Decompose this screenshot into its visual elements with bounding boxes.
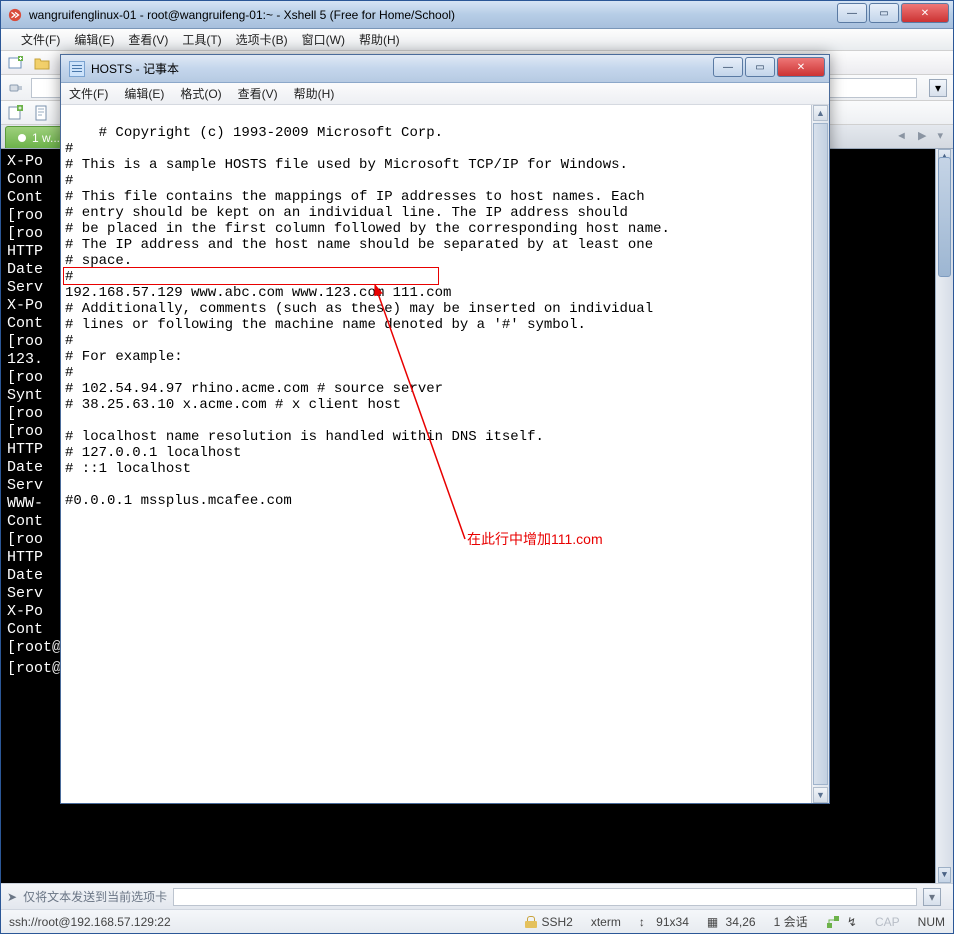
- send-dropdown-icon[interactable]: ▾: [923, 888, 941, 906]
- close-button[interactable]: ✕: [901, 3, 949, 23]
- lock-icon: [525, 916, 537, 928]
- xshell-menubar: 文件(F) 编辑(E) 查看(V) 工具(T) 选项卡(B) 窗口(W) 帮助(…: [1, 29, 953, 51]
- notepad-menubar: 文件(F) 编辑(E) 格式(O) 查看(V) 帮助(H): [61, 83, 829, 105]
- notepad-window: HOSTS - 记事本 — ▭ ✕ 文件(F) 编辑(E) 格式(O) 查看(V…: [60, 54, 830, 804]
- plug-icon[interactable]: [7, 79, 25, 97]
- hosts-file-text: # Copyright (c) 1993-2009 Microsoft Corp…: [65, 125, 670, 509]
- maximize-button[interactable]: ▭: [869, 3, 899, 23]
- notepad-title-text: HOSTS - 记事本: [91, 60, 179, 77]
- np-menu-file[interactable]: 文件(F): [69, 85, 108, 102]
- status-conn-icons: ↯: [826, 915, 857, 929]
- menu-file[interactable]: 文件(F): [21, 31, 60, 48]
- np-menu-edit[interactable]: 编辑(E): [124, 85, 164, 102]
- quick-bookmark-icon[interactable]: [33, 104, 51, 122]
- address-dropdown-icon[interactable]: ▾: [929, 79, 947, 97]
- menu-tab[interactable]: 选项卡(B): [236, 31, 288, 48]
- np-maximize-button[interactable]: ▭: [745, 57, 775, 77]
- menu-view[interactable]: 查看(V): [128, 31, 168, 48]
- send-text-bar: ➤ 仅将文本发送到当前选项卡 ▾: [1, 883, 953, 909]
- np-minimize-button[interactable]: —: [713, 57, 743, 77]
- notepad-window-controls: — ▭ ✕: [713, 57, 825, 77]
- status-num: NUM: [918, 915, 945, 929]
- highlight-box: [63, 267, 439, 285]
- send-text-label: 仅将文本发送到当前选项卡: [23, 888, 167, 905]
- status-size: ↕ 91x34: [639, 915, 689, 929]
- status-connection: ssh://root@192.168.57.129:22: [9, 915, 171, 929]
- xshell-titlebar[interactable]: wangruifenglinux-01 - root@wangruifeng-0…: [1, 1, 953, 29]
- status-sessions: 1 会话: [774, 913, 808, 930]
- menu-window[interactable]: 窗口(W): [302, 31, 345, 48]
- annotation-text: 在此行中增加111.com: [467, 531, 603, 547]
- notepad-scrollbar[interactable]: ▲ ▼: [811, 105, 829, 803]
- send-icon[interactable]: ➤: [7, 890, 17, 904]
- status-term: xterm: [591, 915, 621, 929]
- np-menu-help[interactable]: 帮助(H): [294, 85, 335, 102]
- xshell-statusbar: ssh://root@192.168.57.129:22 SSH2 xterm …: [1, 909, 953, 933]
- size-icon: ↕: [639, 915, 645, 929]
- xshell-title-text: wangruifenglinux-01 - root@wangruifeng-0…: [29, 8, 455, 22]
- xshell-app-icon: [7, 7, 23, 23]
- np-menu-view[interactable]: 查看(V): [238, 85, 278, 102]
- minimize-button[interactable]: —: [837, 3, 867, 23]
- menu-edit[interactable]: 编辑(E): [74, 31, 114, 48]
- np-scroll-down-icon[interactable]: ▼: [813, 787, 828, 803]
- scroll-thumb[interactable]: [938, 157, 951, 277]
- xshell-window-controls: — ▭ ✕: [837, 3, 949, 23]
- np-menu-format[interactable]: 格式(O): [180, 85, 221, 102]
- open-icon[interactable]: [33, 54, 51, 72]
- send-text-input[interactable]: [173, 888, 917, 906]
- tab-status-dot-icon: [18, 134, 26, 142]
- new-session-icon[interactable]: [7, 54, 25, 72]
- notepad-titlebar[interactable]: HOSTS - 记事本 — ▭ ✕: [61, 55, 829, 83]
- quick-add-icon[interactable]: [7, 104, 25, 122]
- notepad-text-area[interactable]: # Copyright (c) 1993-2009 Microsoft Corp…: [61, 105, 829, 803]
- status-cursor: ▦ 34,26: [707, 915, 756, 929]
- status-cap: CAP: [875, 915, 900, 929]
- menu-tools[interactable]: 工具(T): [182, 31, 221, 48]
- terminal-scrollbar[interactable]: ▲ ▼: [935, 149, 953, 883]
- menu-help[interactable]: 帮助(H): [359, 31, 400, 48]
- np-close-button[interactable]: ✕: [777, 57, 825, 77]
- np-scroll-thumb[interactable]: [813, 123, 828, 785]
- np-scroll-up-icon[interactable]: ▲: [813, 105, 828, 121]
- tab-nav-icons[interactable]: ◄ ▶ ▾: [896, 129, 947, 142]
- status-ssh: SSH2: [525, 915, 572, 929]
- notepad-app-icon: [69, 61, 85, 77]
- tab-label: 1 w...: [32, 131, 60, 145]
- scroll-down-icon[interactable]: ▼: [938, 867, 951, 883]
